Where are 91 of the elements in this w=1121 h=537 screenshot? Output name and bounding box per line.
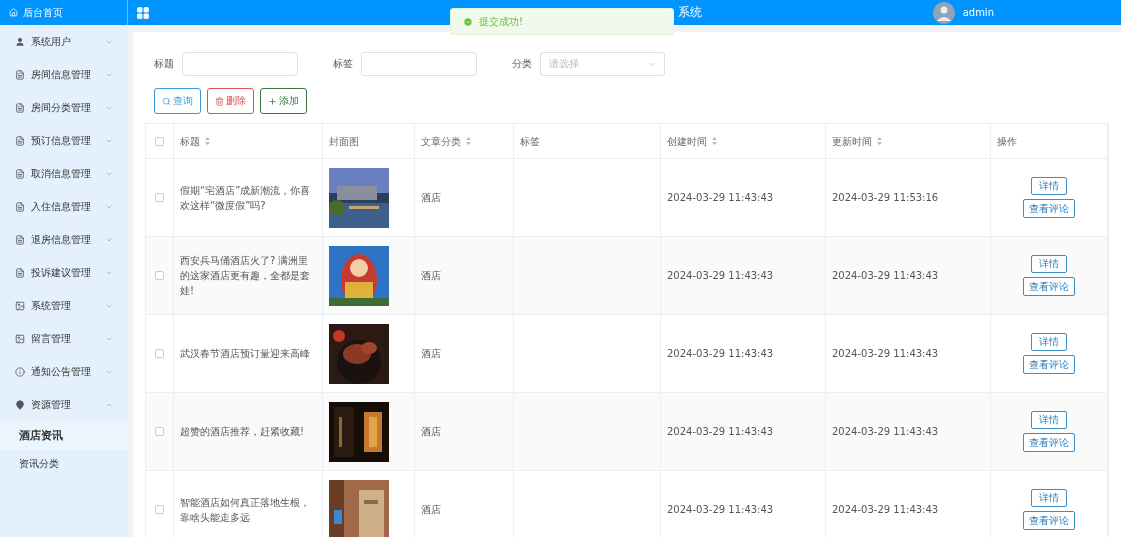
pin-icon bbox=[15, 399, 25, 410]
sidebar-item[interactable]: 预订信息管理 bbox=[0, 124, 128, 157]
plus-icon bbox=[268, 96, 277, 106]
toast-message: 提交成功! bbox=[479, 14, 523, 29]
comments-button[interactable]: 查看评论 bbox=[1023, 277, 1075, 296]
trash-icon bbox=[215, 96, 224, 106]
sidebar-subitem[interactable]: 酒店资讯 bbox=[0, 421, 128, 450]
comments-button[interactable]: 查看评论 bbox=[1023, 355, 1075, 374]
title-cell-text: 假期“宅酒店”成新潮流，你喜欢这样“微度假”吗? bbox=[180, 183, 312, 213]
info-icon bbox=[15, 366, 25, 377]
date-cell-text: 2024-03-29 11:43:43 bbox=[667, 347, 774, 361]
checkbox[interactable] bbox=[155, 427, 164, 436]
document-icon bbox=[15, 234, 25, 245]
search-icon bbox=[162, 96, 171, 106]
sidebar-item[interactable]: 取消信息管理 bbox=[0, 157, 128, 190]
check-icon bbox=[463, 16, 473, 27]
column-header[interactable]: 标题 bbox=[180, 133, 200, 149]
details-button[interactable]: 详情 bbox=[1031, 255, 1067, 273]
checkbox[interactable] bbox=[155, 505, 164, 514]
input-field[interactable] bbox=[361, 52, 477, 76]
column-header: 操作 bbox=[997, 134, 1017, 149]
comments-button[interactable]: 查看评论 bbox=[1023, 433, 1075, 452]
category-cell-text: 酒店 bbox=[421, 269, 441, 283]
date-cell-text: 2024-03-29 11:43:43 bbox=[667, 191, 774, 205]
user-icon bbox=[15, 36, 25, 47]
filter-label: 分类 bbox=[512, 57, 532, 71]
sidebar-item[interactable]: 投诉建议管理 bbox=[0, 256, 128, 289]
details-button[interactable]: 详情 bbox=[1031, 489, 1067, 507]
title-cell-text: 西安兵马俑酒店火了? 满洲里的这家酒店更有趣，全都是套娃! bbox=[180, 254, 311, 298]
date-cell-text: 2024-03-29 11:43:43 bbox=[832, 269, 939, 283]
image-icon bbox=[15, 333, 25, 344]
avatar[interactable] bbox=[932, 1, 955, 24]
home-icon bbox=[9, 8, 18, 17]
sort-icon[interactable] bbox=[466, 137, 471, 145]
category-cell-text: 酒店 bbox=[421, 425, 441, 439]
sidebar-item[interactable]: 系统管理 bbox=[0, 289, 128, 322]
date-cell-text: 2024-03-29 11:43:43 bbox=[832, 347, 939, 361]
date-cell-text: 2024-03-29 11:43:43 bbox=[667, 503, 774, 517]
column-header: 标签 bbox=[520, 134, 540, 149]
column-header[interactable]: 更新时间 bbox=[832, 133, 872, 149]
details-button[interactable]: 详情 bbox=[1031, 177, 1067, 195]
sidebar-item[interactable]: 留言管理 bbox=[0, 322, 128, 355]
sort-icon[interactable] bbox=[205, 137, 210, 145]
details-button[interactable]: 详情 bbox=[1031, 411, 1067, 429]
column-header[interactable]: 文章分类 bbox=[421, 133, 461, 149]
add-button[interactable]: 添加 bbox=[260, 88, 307, 114]
date-cell-text: 2024-03-29 11:43:43 bbox=[832, 503, 939, 517]
date-cell-text: 2024-03-29 11:43:43 bbox=[832, 425, 939, 439]
column-header: 封面图 bbox=[329, 134, 359, 149]
comments-button[interactable]: 查看评论 bbox=[1023, 199, 1075, 218]
category-cell-text: 酒店 bbox=[421, 191, 441, 205]
sidebar-item[interactable]: 房间分类管理 bbox=[0, 91, 128, 124]
document-icon bbox=[15, 201, 25, 212]
sidebar-item[interactable]: 通知公告管理 bbox=[0, 355, 128, 388]
document-icon bbox=[15, 69, 25, 80]
document-icon bbox=[15, 102, 25, 113]
sidebar-item[interactable]: 房间信息管理 bbox=[0, 58, 128, 91]
sidebar-item[interactable]: 资源管理 bbox=[0, 388, 128, 421]
delete-button[interactable]: 删除 bbox=[207, 88, 254, 114]
search-button[interactable]: 查询 bbox=[154, 88, 201, 114]
comments-button[interactable]: 查看评论 bbox=[1023, 511, 1075, 530]
category-cell-text: 酒店 bbox=[421, 347, 441, 361]
menu-icon[interactable] bbox=[136, 5, 150, 20]
title-cell-text: 智能酒店如何真正落地生根，靠啥头能走多远 bbox=[180, 495, 311, 525]
title-cell-text: 武汉春节酒店预订量迎来高峰 bbox=[180, 347, 310, 361]
user-name: admin bbox=[962, 7, 994, 18]
title-cell-text: 超赞的酒店推荐，赶紧收藏! bbox=[180, 425, 304, 439]
filter-label: 标签 bbox=[333, 57, 353, 71]
filter-label: 标题 bbox=[154, 57, 174, 71]
date-cell-text: 2024-03-29 11:53:16 bbox=[832, 191, 939, 205]
sort-icon[interactable] bbox=[877, 137, 882, 145]
category-cell-text: 酒店 bbox=[421, 503, 441, 517]
checkbox[interactable] bbox=[155, 193, 164, 202]
input-field[interactable] bbox=[182, 52, 298, 76]
checkbox[interactable] bbox=[155, 136, 164, 146]
sidebar-item[interactable]: 退房信息管理 bbox=[0, 223, 128, 256]
image-icon bbox=[15, 300, 25, 311]
document-icon bbox=[15, 267, 25, 278]
sort-icon[interactable] bbox=[712, 137, 717, 145]
home-label: 后台首页 bbox=[23, 5, 63, 20]
details-button[interactable]: 详情 bbox=[1031, 333, 1067, 351]
document-icon bbox=[15, 168, 25, 179]
checkbox[interactable] bbox=[155, 349, 164, 358]
sidebar-item[interactable]: 系统用户 bbox=[0, 25, 128, 58]
app-title: 系统 bbox=[678, 4, 702, 21]
document-icon bbox=[15, 135, 25, 146]
date-cell-text: 2024-03-29 11:43:43 bbox=[667, 269, 774, 283]
column-header[interactable]: 创建时间 bbox=[667, 133, 707, 149]
checkbox[interactable] bbox=[155, 271, 164, 280]
sidebar-item[interactable]: 入住信息管理 bbox=[0, 190, 128, 223]
date-cell-text: 2024-03-29 11:43:43 bbox=[667, 425, 774, 439]
